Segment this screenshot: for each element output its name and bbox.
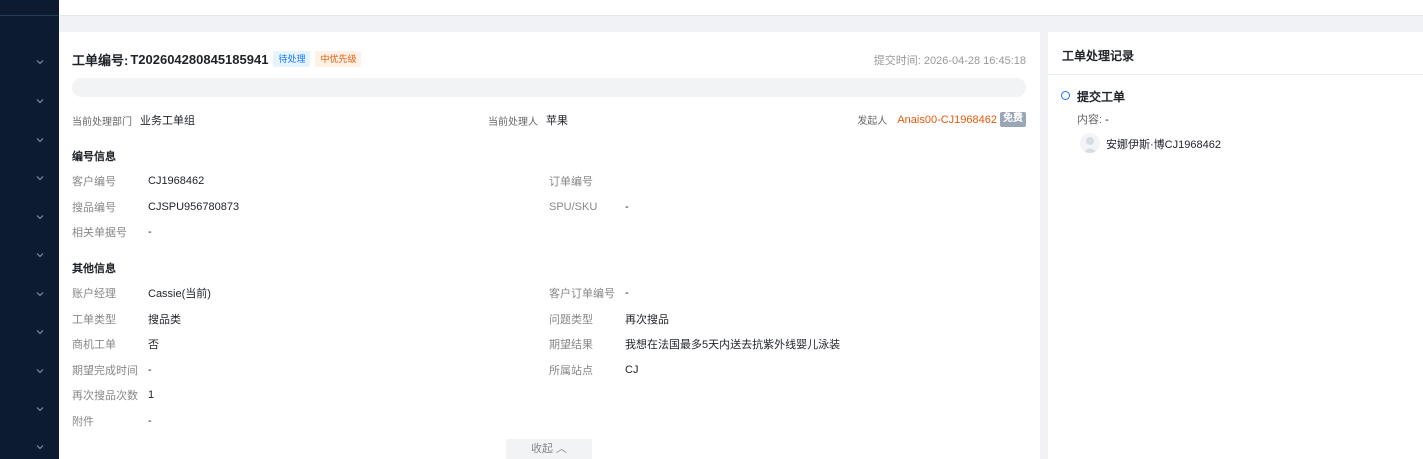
- chevron-down-icon[interactable]: [34, 288, 46, 300]
- timeline-event-content: 内容: -: [1077, 111, 1109, 127]
- free-tag: 免费: [1000, 112, 1026, 127]
- field-label: 问题类型: [549, 314, 593, 326]
- field-value: -: [148, 226, 152, 238]
- field-value: CJ1968462: [148, 175, 205, 187]
- current-handler-label: 当前处理人: [488, 116, 538, 128]
- priority-badge: 中优先级: [315, 51, 362, 67]
- order-number-field: 订单编号: [549, 174, 625, 188]
- issue-type-field: 问题类型 再次搜品: [549, 312, 669, 326]
- field-value: -: [625, 201, 629, 213]
- field-value: -: [625, 287, 629, 299]
- customer-number-field: 客户编号 CJ1968462: [72, 174, 204, 188]
- timeline-user-name: 安娜伊斯·博CJ1968462: [1106, 139, 1221, 151]
- field-label: 附件: [72, 416, 94, 428]
- current-dept: 当前处理部门 业务工单组: [72, 112, 195, 128]
- content-value: -: [1105, 114, 1109, 126]
- chevron-down-icon[interactable]: [34, 403, 46, 415]
- ticket-number-label: 工单编号:: [72, 52, 129, 68]
- collapse-button[interactable]: 收起 ︿: [506, 439, 592, 459]
- field-label: 商机工单: [72, 339, 116, 351]
- current-dept-value: 业务工单组: [140, 115, 195, 127]
- field-value: -: [148, 364, 152, 376]
- field-label: 客户订单编号: [549, 288, 615, 300]
- number-info-title: 编号信息: [72, 151, 116, 163]
- ticket-detail-card: 工单编号: T202604280845185941 待处理 中优先级 提交时间:…: [59, 32, 1040, 459]
- ticket-title-row: 工单编号: T202604280845185941 待处理 中优先级: [72, 50, 362, 68]
- other-info-title: 其他信息: [72, 263, 116, 275]
- field-value: Cassie(当前): [148, 288, 211, 300]
- current-handler-value: 苹果: [546, 115, 568, 127]
- field-value: CJ: [625, 364, 639, 376]
- submit-time-value: 2026-04-28 16:45:18: [923, 55, 1026, 67]
- field-value: 搜品类: [148, 314, 181, 326]
- field-value: 再次搜品: [625, 314, 669, 326]
- field-label: 再次搜品次数: [72, 390, 138, 402]
- submit-time-label: 提交时间:: [873, 55, 921, 67]
- chevron-down-icon[interactable]: [34, 56, 46, 68]
- field-label: 相关单据号: [72, 227, 127, 239]
- timeline-event-title: 提交工单: [1077, 90, 1126, 104]
- records-divider: [1048, 74, 1423, 75]
- top-header-bar: [59, 0, 1423, 16]
- current-dept-label: 当前处理部门: [72, 116, 132, 128]
- expected-result-field: 期望结果 我想在法国最多5天内送去抗紫外线婴儿泳装: [549, 337, 840, 351]
- status-badge: 待处理: [273, 51, 311, 67]
- submit-time: 提交时间: 2026-04-28 16:45:18: [874, 52, 1026, 68]
- biz-ticket-field: 商机工单 否: [72, 337, 159, 351]
- chevron-down-icon[interactable]: [34, 211, 46, 223]
- ticket-type-field: 工单类型 搜品类: [72, 312, 181, 326]
- progress-bar: [72, 78, 1026, 97]
- field-label: 搜品编号: [72, 202, 116, 214]
- ticket-number: T202604280845185941: [130, 51, 269, 67]
- field-label: 账户经理: [72, 288, 116, 300]
- chevron-down-icon[interactable]: [34, 441, 46, 453]
- initiator-label: 发起人: [857, 116, 888, 127]
- field-label: 期望结果: [549, 339, 593, 351]
- current-handler: 当前处理人 苹果: [488, 112, 568, 128]
- field-label: 工单类型: [72, 314, 116, 326]
- resourcing-count-field: 再次搜品次数 1: [72, 388, 154, 402]
- sidebar-divider: [0, 15, 59, 16]
- site-field: 所属站点 CJ: [549, 363, 638, 377]
- chevron-down-icon[interactable]: [34, 365, 46, 377]
- avatar: [1080, 133, 1100, 153]
- related-doc-field: 相关单据号 -: [72, 225, 152, 239]
- content-label: 内容:: [1077, 114, 1103, 126]
- chevron-down-icon[interactable]: [34, 326, 46, 338]
- chevron-down-icon[interactable]: [34, 134, 46, 146]
- field-value: CJSPU956780873: [148, 201, 240, 213]
- field-label: SPU/SKU: [549, 201, 598, 213]
- expected-time-field: 期望完成时间 -: [72, 363, 152, 377]
- sourcing-number-field: 搜品编号 CJSPU956780873: [72, 200, 239, 214]
- initiator-link[interactable]: Anais00-CJ1968462: [897, 114, 997, 126]
- spu-sku-field: SPU/SKU -: [549, 200, 629, 214]
- field-label: 订单编号: [549, 176, 593, 188]
- chevron-down-icon[interactable]: [34, 172, 46, 184]
- field-label: 所属站点: [549, 365, 593, 377]
- field-value: 否: [148, 339, 159, 351]
- account-manager-field: 账户经理 Cassie(当前): [72, 286, 211, 300]
- customer-order-field: 客户订单编号 -: [549, 286, 629, 300]
- field-value: 1: [148, 389, 155, 401]
- attachment-field: 附件 -: [72, 414, 152, 428]
- field-label: 客户编号: [72, 176, 116, 188]
- sidebar: [0, 0, 59, 459]
- initiator: 发起人 Anais00-CJ1968462 免费: [857, 112, 1026, 127]
- records-panel: 工单处理记录 提交工单 内容: - 安娜伊斯·博CJ1968462: [1048, 32, 1423, 459]
- chevron-down-icon[interactable]: [34, 95, 46, 107]
- field-value: 我想在法国最多5天内送去抗紫外线婴儿泳装: [625, 339, 841, 351]
- timeline-dot-icon: [1061, 91, 1070, 100]
- records-title: 工单处理记录: [1062, 49, 1135, 63]
- field-label: 期望完成时间: [72, 365, 138, 377]
- field-value: -: [148, 415, 152, 427]
- chevron-down-icon[interactable]: [34, 249, 46, 261]
